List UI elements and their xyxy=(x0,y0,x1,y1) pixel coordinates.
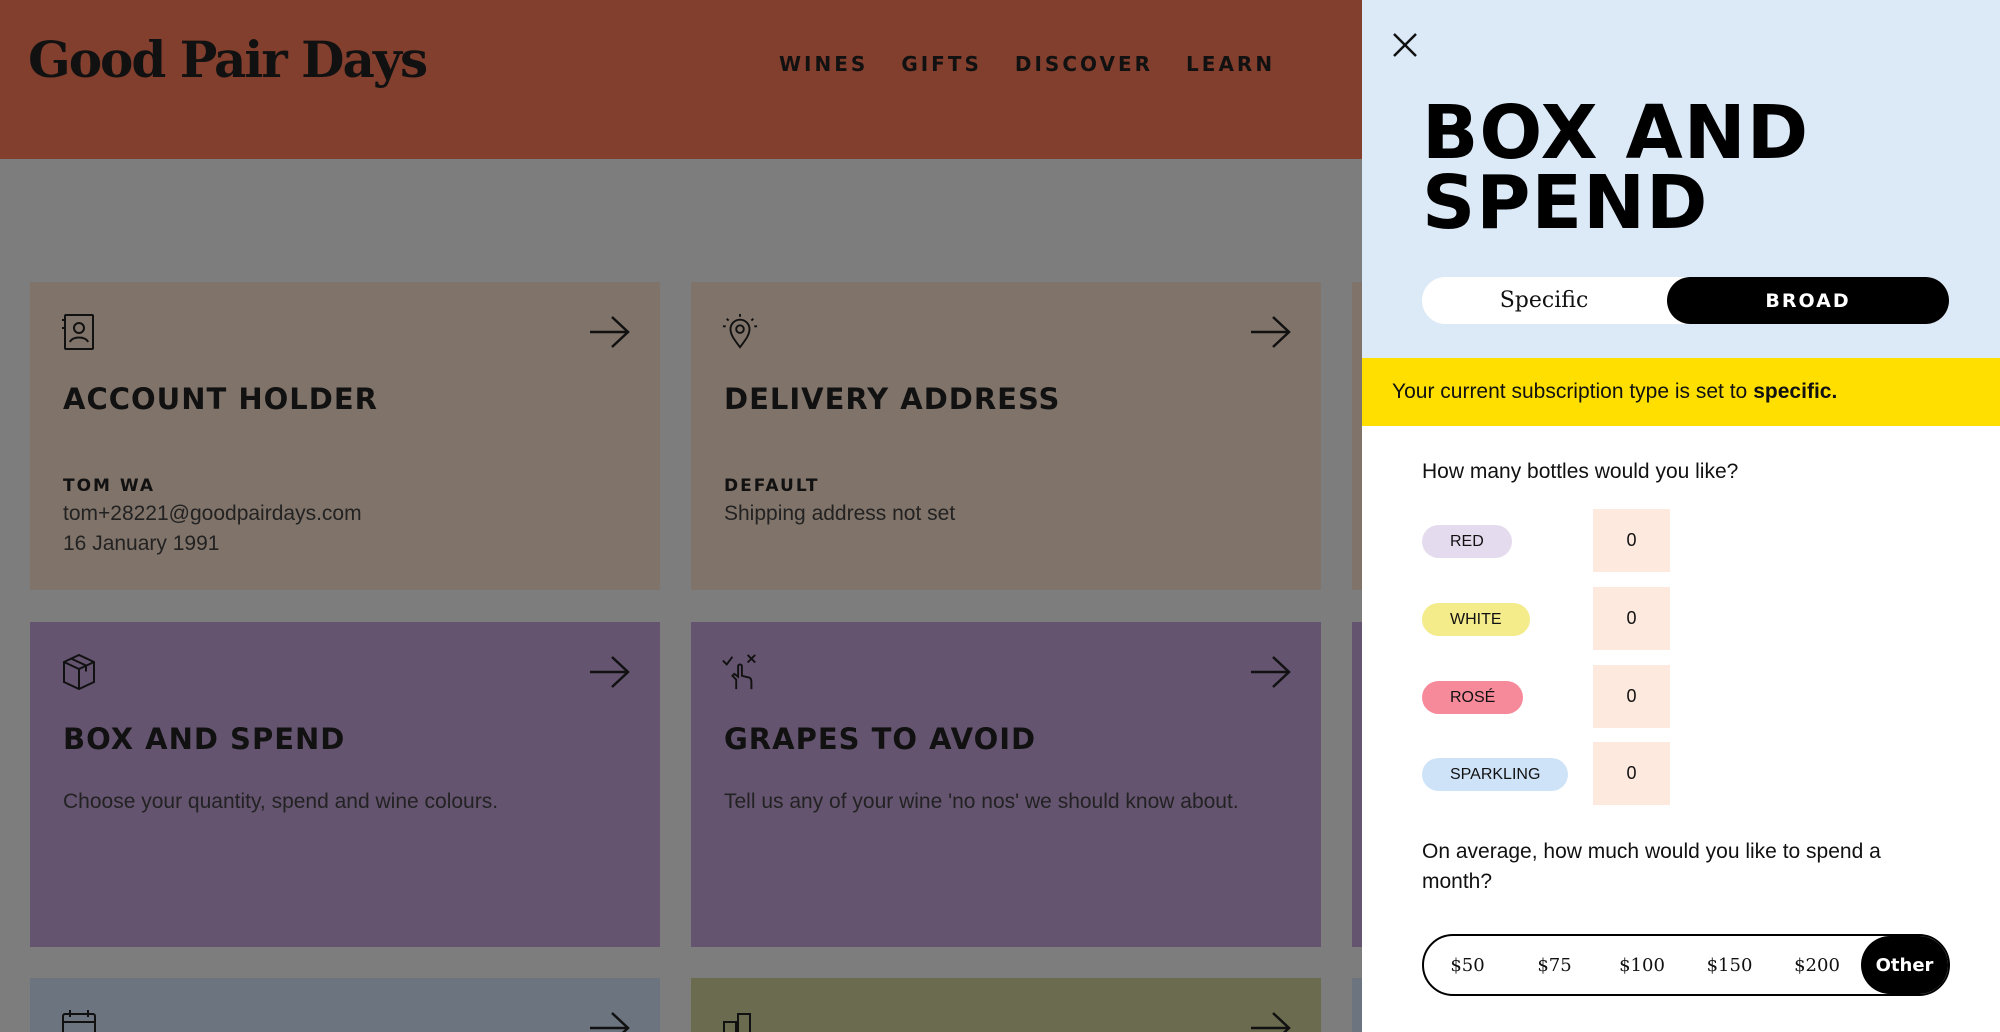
wine-type-badge: WHITE xyxy=(1422,603,1530,636)
partial-card[interactable] xyxy=(1352,978,1362,1032)
box-and-spend-panel: BOX AND SPEND Specific BROAD Your curren… xyxy=(1362,0,2000,1032)
spend-question: On average, how much would you like to s… xyxy=(1422,840,1881,893)
box-and-spend-card[interactable]: BOX AND SPEND Choose your quantity, spen… xyxy=(30,622,660,947)
subscription-notice: Your current subscription type is set to… xyxy=(1362,358,2000,426)
account-name: TOM WA xyxy=(63,476,156,496)
delivery-address-card[interactable]: DELIVERY ADDRESS DEFAULT Shipping addres… xyxy=(691,282,1321,590)
panel-title: BOX AND SPEND xyxy=(1422,90,1810,246)
calendar-icon xyxy=(62,1010,96,1032)
rose-quantity-input[interactable]: 0 xyxy=(1593,665,1670,728)
spend-option-100[interactable]: $100 xyxy=(1598,936,1686,994)
card-title: DELIVERY ADDRESS xyxy=(724,382,1061,416)
nav-learn[interactable]: LEARN xyxy=(1186,52,1275,76)
main-nav: WINES GIFTS DISCOVER LEARN xyxy=(779,52,1275,76)
toggle-specific[interactable]: Specific xyxy=(1422,277,1666,324)
bottle-row-rose: ROSÉ 0 xyxy=(1422,665,1670,729)
partial-card[interactable] xyxy=(1352,622,1362,947)
card-title: GRAPES TO AVOID xyxy=(724,722,1037,756)
card-description: Tell us any of your wine 'no nos' we sho… xyxy=(724,790,1239,813)
bottles-question: How many bottles would you like? xyxy=(1422,460,1739,483)
bottle-row-sparkling: SPARKLING 0 xyxy=(1422,742,1670,806)
nav-discover[interactable]: DISCOVER xyxy=(1015,52,1153,76)
partial-card[interactable] xyxy=(1352,282,1362,590)
delivery-schedule-card[interactable] xyxy=(30,978,660,1032)
notice-text: Your current subscription type is set to xyxy=(1392,380,1748,403)
account-holder-card[interactable]: ACCOUNT HOLDER TOM WA tom+28221@goodpair… xyxy=(30,282,660,590)
bottle-row-red: RED 0 xyxy=(1422,509,1670,573)
nav-wines[interactable]: WINES xyxy=(779,52,868,76)
wine-type-badge: ROSÉ xyxy=(1422,681,1524,714)
wine-type-badge: SPARKLING xyxy=(1422,758,1569,791)
arrow-right-icon xyxy=(1251,656,1291,688)
delivery-icon xyxy=(723,1013,751,1032)
spend-option-150[interactable]: $150 xyxy=(1686,936,1773,994)
address-label: DEFAULT xyxy=(724,476,820,496)
arrow-right-icon xyxy=(590,1012,630,1032)
account-email: tom+28221@goodpairdays.com xyxy=(63,502,362,525)
panel-header: BOX AND SPEND Specific BROAD xyxy=(1362,0,2000,358)
arrow-right-icon xyxy=(590,316,630,348)
arrow-right-icon xyxy=(590,656,630,688)
subscription-type-toggle: Specific BROAD xyxy=(1422,277,1949,324)
card-title: ACCOUNT HOLDER xyxy=(63,382,378,416)
spend-option-other[interactable]: Other xyxy=(1861,936,1948,994)
sparkling-quantity-input[interactable]: 0 xyxy=(1593,742,1670,805)
close-icon[interactable] xyxy=(1390,30,1420,60)
account-birthdate: 16 January 1991 xyxy=(63,532,220,555)
arrow-right-icon xyxy=(1251,316,1291,348)
card-title: BOX AND SPEND xyxy=(63,722,346,756)
address-value: Shipping address not set xyxy=(724,502,956,525)
hand-checklist-icon xyxy=(722,654,756,690)
spend-option-50[interactable]: $50 xyxy=(1424,936,1511,994)
spend-option-200[interactable]: $200 xyxy=(1773,936,1861,994)
bottle-row-white: WHITE 0 xyxy=(1422,587,1670,651)
box-icon xyxy=(63,653,95,691)
spend-selector: $50 $75 $100 $150 $200 Other xyxy=(1422,934,1950,996)
grapes-to-avoid-card[interactable]: GRAPES TO AVOID Tell us any of your wine… xyxy=(691,622,1321,947)
arrow-right-icon xyxy=(1251,1012,1291,1032)
delivery-options-card[interactable] xyxy=(691,978,1321,1032)
toggle-broad[interactable]: BROAD xyxy=(1667,277,1949,324)
red-quantity-input[interactable]: 0 xyxy=(1593,509,1670,572)
white-quantity-input[interactable]: 0 xyxy=(1593,587,1670,650)
notice-value: specific. xyxy=(1753,380,1838,403)
brand-logo[interactable]: Good Pair Days xyxy=(28,30,428,89)
card-description: Choose your quantity, spend and wine col… xyxy=(63,790,499,813)
wine-type-badge: RED xyxy=(1422,525,1512,558)
nav-gifts[interactable]: GIFTS xyxy=(901,52,982,76)
site-header: Good Pair Days WINES GIFTS DISCOVER LEAR… xyxy=(0,0,1362,159)
account-book-icon xyxy=(62,314,94,350)
spend-option-75[interactable]: $75 xyxy=(1511,936,1598,994)
location-pin-icon xyxy=(722,313,758,349)
